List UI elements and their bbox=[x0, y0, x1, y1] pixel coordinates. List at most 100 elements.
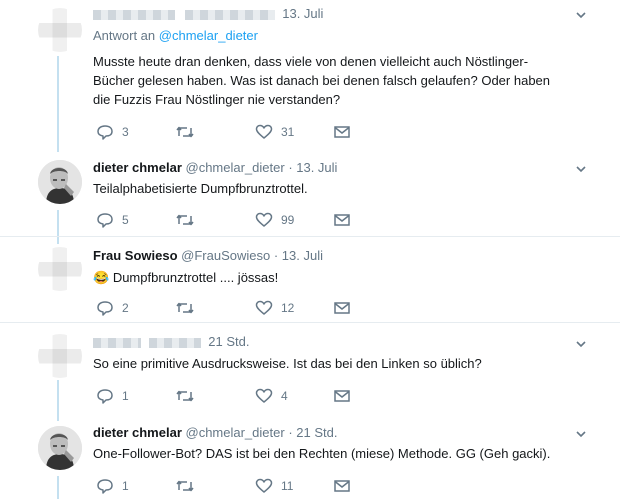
reply-button[interactable]: 2 bbox=[96, 299, 129, 317]
like-button[interactable]: 12 bbox=[255, 299, 294, 317]
direct-message-button[interactable] bbox=[333, 299, 351, 317]
author-name[interactable]: dieter chmelar bbox=[93, 160, 182, 175]
reply-button[interactable]: 1 bbox=[96, 477, 129, 495]
reply-handle-link[interactable]: @chmelar_dieter bbox=[159, 28, 258, 43]
avatar[interactable] bbox=[38, 334, 82, 378]
like-count: 12 bbox=[281, 301, 295, 315]
tweet-actions: 1 4 bbox=[93, 387, 373, 405]
tweet-header: Frau Sowieso @FrauSowieso · 13. Juli bbox=[93, 248, 323, 263]
retweet-icon bbox=[176, 302, 194, 314]
chevron-down-icon[interactable] bbox=[574, 162, 588, 176]
like-button[interactable]: 11 bbox=[255, 477, 293, 495]
reply-count: 1 bbox=[122, 389, 129, 403]
tweet-text: Musste heute dran denken, dass viele von… bbox=[93, 52, 593, 109]
tweet-header: 13. Juli bbox=[93, 6, 323, 21]
envelope-icon bbox=[334, 480, 350, 492]
chevron-down-icon[interactable] bbox=[574, 427, 588, 441]
reply-icon bbox=[97, 125, 113, 140]
tweet-text-line: Dumpfbrunztrottel .... jössas! bbox=[112, 270, 279, 285]
retweet-button[interactable] bbox=[175, 123, 195, 141]
reply-icon bbox=[97, 479, 113, 494]
author-handle[interactable]: @FrauSowieso bbox=[181, 248, 270, 263]
tweet-actions: 1 11 bbox=[93, 477, 373, 495]
retweet-icon bbox=[176, 390, 194, 402]
reply-button[interactable]: 1 bbox=[96, 387, 129, 405]
tweet-time[interactable]: 13. Juli bbox=[282, 6, 323, 21]
retweet-button[interactable] bbox=[175, 299, 195, 317]
heart-icon bbox=[255, 300, 273, 315]
tweet-time[interactable]: 21 Std. bbox=[208, 334, 249, 349]
like-button[interactable]: 4 bbox=[255, 387, 288, 405]
tweet-actions: 3 31 bbox=[93, 123, 373, 141]
tweet-header: dieter chmelar @chmelar_dieter · 21 Std. bbox=[93, 425, 337, 440]
reply-icon bbox=[97, 213, 113, 228]
retweet-button[interactable] bbox=[175, 211, 195, 229]
heart-icon bbox=[255, 124, 273, 139]
retweet-button[interactable] bbox=[175, 387, 195, 405]
tweet-header: dieter chmelar @chmelar_dieter · 13. Jul… bbox=[93, 160, 337, 175]
tweet-text-line: die Fuzzis Frau Nöstlinger nie verstande… bbox=[93, 92, 341, 107]
like-button[interactable]: 99 bbox=[255, 211, 294, 229]
tweet[interactable]: dieter chmelar @chmelar_dieter · 13. Jul… bbox=[0, 155, 620, 236]
direct-message-button[interactable] bbox=[333, 387, 351, 405]
chevron-down-icon[interactable] bbox=[574, 337, 588, 351]
direct-message-button[interactable] bbox=[333, 477, 351, 495]
tweet-text: One-Follower-Bot? DAS ist bei den Rechte… bbox=[93, 444, 593, 463]
tweet-time[interactable]: · 21 Std. bbox=[288, 425, 337, 440]
tweet-separator bbox=[0, 322, 620, 323]
retweet-button[interactable] bbox=[175, 477, 195, 495]
avatar-image bbox=[38, 160, 82, 204]
heart-icon bbox=[255, 212, 273, 227]
envelope-icon bbox=[334, 214, 350, 226]
reply-count: 2 bbox=[122, 301, 129, 315]
tweet-text-line: One-Follower-Bot? DAS ist bei den Rechte… bbox=[93, 446, 551, 461]
chevron-down-icon[interactable] bbox=[574, 8, 588, 22]
direct-message-button[interactable] bbox=[333, 123, 351, 141]
tweet-time[interactable]: · 13. Juli bbox=[274, 248, 323, 263]
redacted-handle bbox=[184, 9, 275, 20]
tweet-text: Teilalphabetisierte Dumpfbrunztrottel. bbox=[93, 179, 593, 198]
redacted-name bbox=[93, 9, 175, 20]
envelope-icon bbox=[334, 390, 350, 402]
reply-count: 3 bbox=[122, 125, 129, 139]
tweet-actions: 5 99 bbox=[93, 211, 373, 229]
reply-context: Antwort an @chmelar_dieter bbox=[93, 28, 258, 43]
author-name[interactable]: Frau Sowieso bbox=[93, 248, 178, 263]
tweet-header: 21 Std. bbox=[93, 334, 249, 349]
envelope-icon bbox=[334, 302, 350, 314]
redacted-name bbox=[93, 337, 141, 348]
author-handle[interactable]: @chmelar_dieter bbox=[186, 160, 285, 175]
redacted-handle bbox=[148, 337, 201, 348]
laughing-emoji: 😂 bbox=[93, 270, 110, 285]
avatar[interactable] bbox=[38, 8, 82, 52]
avatar[interactable] bbox=[38, 160, 82, 204]
tweet-time[interactable]: · 13. Juli bbox=[288, 160, 337, 175]
tweet[interactable]: Frau Sowieso @FrauSowieso · 13. Juli 😂 D… bbox=[0, 240, 620, 322]
tweet[interactable]: 21 Std. So eine primitive Ausdrucksweise… bbox=[0, 326, 620, 416]
tweet-text: 😂 Dumpfbrunztrottel .... jössas! bbox=[93, 268, 593, 287]
reply-count: 1 bbox=[122, 479, 129, 493]
tweet[interactable]: dieter chmelar @chmelar_dieter · 21 Std.… bbox=[0, 420, 620, 499]
reply-button[interactable]: 3 bbox=[96, 123, 129, 141]
tweet-text-line: So eine primitive Ausdrucksweise. Ist da… bbox=[93, 356, 482, 371]
direct-message-button[interactable] bbox=[333, 211, 351, 229]
retweet-icon bbox=[176, 214, 194, 226]
author-name[interactable]: dieter chmelar bbox=[93, 425, 182, 440]
tweet[interactable]: 13. Juli Antwort an @chmelar_dieter Muss… bbox=[0, 0, 620, 155]
heart-icon bbox=[255, 478, 273, 493]
reply-icon bbox=[97, 389, 113, 404]
tweet-text: So eine primitive Ausdrucksweise. Ist da… bbox=[93, 354, 593, 373]
tweet-actions: 2 12 bbox=[93, 299, 373, 317]
like-count: 4 bbox=[281, 389, 288, 403]
tweet-text-line: Teilalphabetisierte Dumpfbrunztrottel. bbox=[93, 181, 308, 196]
avatar-image bbox=[38, 426, 82, 470]
like-count: 31 bbox=[281, 125, 295, 139]
avatar[interactable] bbox=[38, 426, 82, 470]
reply-button[interactable]: 5 bbox=[96, 211, 129, 229]
like-button[interactable]: 31 bbox=[255, 123, 294, 141]
envelope-icon bbox=[334, 126, 350, 138]
author-handle[interactable]: @chmelar_dieter bbox=[186, 425, 285, 440]
retweet-icon bbox=[176, 480, 194, 492]
tweet-text-line: Bücher gelesen haben. Was ist danach bei… bbox=[93, 73, 551, 88]
avatar[interactable] bbox=[38, 247, 82, 291]
